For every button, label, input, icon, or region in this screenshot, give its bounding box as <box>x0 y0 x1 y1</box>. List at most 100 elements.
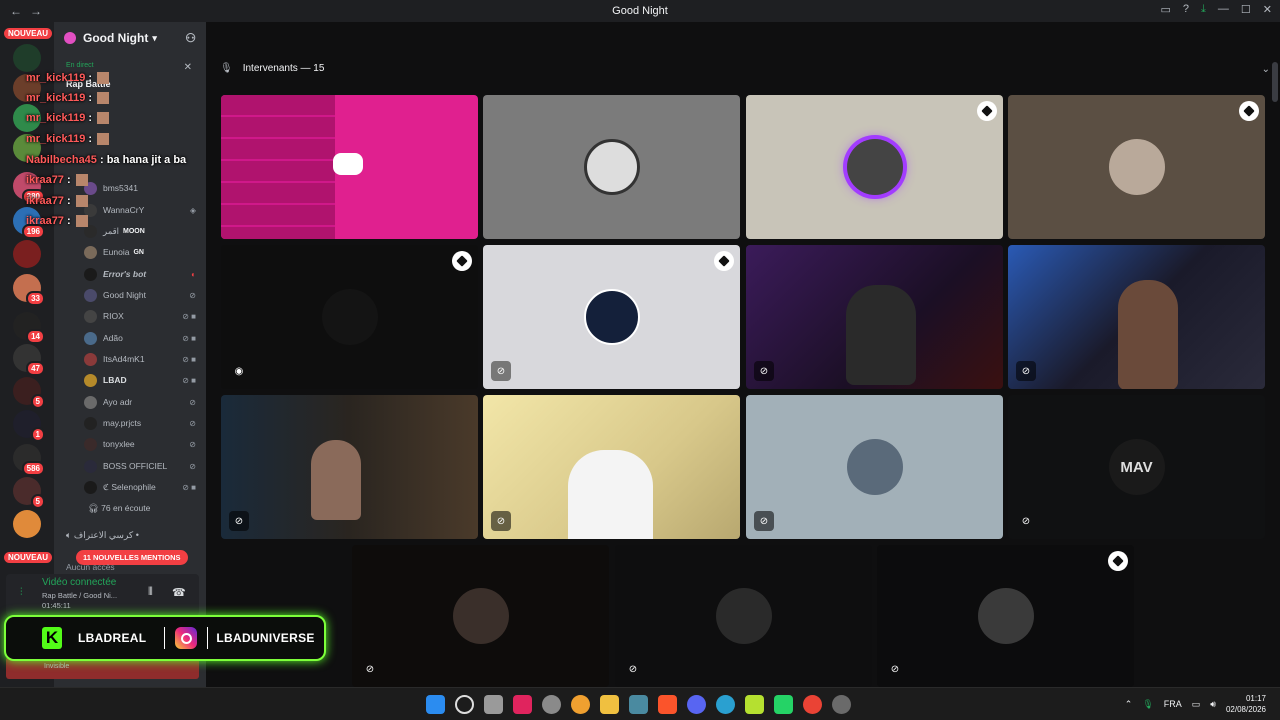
voice-member[interactable]: LBAD ⊘ ■ <box>84 371 196 389</box>
participant-tile[interactable] <box>746 95 1003 239</box>
server-icon[interactable]: 586 <box>13 444 45 476</box>
voice-channel[interactable]: Rap Battle / Good Ni... <box>42 591 117 600</box>
server-icon[interactable]: 33 <box>13 274 45 306</box>
server-icon[interactable] <box>13 44 41 72</box>
language-indicator[interactable]: FRA <box>1164 699 1182 709</box>
server-icon[interactable] <box>13 510 41 538</box>
chat-message: ikraa77 : <box>26 215 88 228</box>
server-icon[interactable]: 14 <box>13 312 45 344</box>
title-bar: ← → Good Night ▭ ? ⤓ — ☐ ✕ <box>0 0 1280 22</box>
avatar <box>321 289 378 345</box>
server-icon[interactable] <box>13 240 41 268</box>
close-icon[interactable]: ✕ <box>1263 3 1272 16</box>
voice-member[interactable]: Ayo adr ⊘ <box>84 393 196 411</box>
chrome-icon[interactable] <box>803 695 822 714</box>
clock[interactable]: 01:17 02/08/2026 <box>1226 693 1266 715</box>
whatsapp-icon[interactable] <box>774 695 793 714</box>
participant-tile[interactable]: MAV ⊘ <box>1008 395 1265 539</box>
voice-member[interactable]: may.prjcts ⊘ <box>84 414 196 432</box>
chevron-up-icon[interactable]: ⌃ <box>1125 699 1133 710</box>
brave-icon[interactable] <box>658 695 677 714</box>
participant-tile[interactable] <box>1008 95 1265 239</box>
minimize-icon[interactable]: — <box>1218 3 1229 16</box>
volume-icon[interactable]: 🔊︎ <box>1210 699 1216 710</box>
invite-people-icon[interactable]: ⚇ <box>185 31 196 45</box>
member-name: may.prjcts <box>103 418 142 428</box>
chevron-down-icon[interactable]: ⌄ <box>1262 64 1270 75</box>
server-icon[interactable]: 47 <box>13 344 45 376</box>
close-icon[interactable]: ✕ <box>184 62 192 73</box>
download-icon[interactable]: ⤓ <box>1201 3 1206 16</box>
mute-icon: ⊘ <box>189 461 196 471</box>
avatar <box>84 459 97 473</box>
voice-channel-item[interactable]: 🔈︎ كرسي الاعتراف • <box>66 530 139 541</box>
stream-tile[interactable] <box>221 95 478 239</box>
participant-tile[interactable]: ⊘ <box>615 545 872 687</box>
terminal-icon[interactable] <box>629 695 648 714</box>
mute-icon: ⊘ <box>754 511 774 531</box>
maximize-icon[interactable]: ☐ <box>1241 3 1251 16</box>
video-tile[interactable]: ⊘ <box>746 245 1003 389</box>
network-icon[interactable]: ▭ <box>1192 699 1201 710</box>
telegram-icon[interactable] <box>716 695 735 714</box>
server-icon[interactable]: 5 <box>13 377 45 409</box>
disconnect-icon[interactable]: ☎ <box>172 586 186 599</box>
voice-connected-panel: ⫶ Vidéo connectée Rap Battle / Good Ni..… <box>6 574 199 616</box>
forward-arrow-icon[interactable]: → <box>30 4 42 18</box>
voice-member[interactable]: BOSS OFFICIEL ⊘ <box>84 457 196 475</box>
server-badge: 586 <box>21 461 45 476</box>
participant-tile[interactable] <box>483 95 740 239</box>
file-explorer-icon[interactable] <box>600 695 619 714</box>
microphone-icon: 🎙︎ <box>220 63 233 74</box>
help-icon[interactable]: ? <box>1183 3 1189 16</box>
voice-member[interactable]: tonyxlee ⊘ <box>84 435 196 453</box>
scrollbar[interactable] <box>1272 62 1278 102</box>
search-app-icon[interactable] <box>571 695 590 714</box>
server-header[interactable]: Good Night ▾ ⚇ <box>54 22 206 54</box>
voice-member[interactable]: Adão ⊘ ■ <box>84 329 196 347</box>
participant-tile[interactable]: ⊘ <box>746 395 1003 539</box>
app-icon[interactable] <box>745 695 764 714</box>
channel-name: كرسي الاعتراف • <box>73 530 139 540</box>
emote-icon <box>97 112 110 125</box>
kick-logo-icon: K <box>42 627 62 649</box>
settings-icon[interactable] <box>542 695 561 714</box>
voice-member[interactable]: bms5341 <box>84 179 196 197</box>
search-icon[interactable] <box>455 695 474 714</box>
emote-icon <box>97 133 110 146</box>
server-boost-icon <box>977 101 997 121</box>
video-tile[interactable]: ⊘ <box>483 395 740 539</box>
noise-suppression-icon[interactable]: ⦀ <box>148 586 153 599</box>
back-arrow-icon[interactable]: ← <box>10 4 22 18</box>
start-icon[interactable] <box>426 695 445 714</box>
voice-member[interactable]: WannaCrY ◈ <box>84 201 196 219</box>
participant-tile[interactable]: ⊘ <box>483 245 740 389</box>
app-icon[interactable] <box>832 695 851 714</box>
mute-video-icon: ⊘ ■ <box>182 333 196 343</box>
microphone-icon[interactable]: 🎙︎ <box>1142 699 1153 710</box>
video-tile[interactable]: ⊘ <box>221 395 478 539</box>
discord-icon[interactable] <box>687 695 706 714</box>
video-tile[interactable]: ⊘ <box>1008 245 1265 389</box>
task-view-icon[interactable] <box>484 695 503 714</box>
voice-member[interactable]: Eunoia GN <box>84 243 196 261</box>
participant-tile[interactable]: ⊘ <box>877 545 1134 687</box>
voice-status[interactable]: Vidéo connectée <box>42 577 116 588</box>
server-badge: 1 <box>30 427 45 442</box>
chat-username: ikraa77 <box>26 215 64 227</box>
speaker-icon: 🔈︎ <box>66 530 74 540</box>
voice-member[interactable]: RIOX ⊘ ■ <box>84 307 196 325</box>
participant-tile[interactable]: ⊘ <box>352 545 609 687</box>
tiktok-icon[interactable] <box>513 695 532 714</box>
server-icon[interactable]: 1 <box>13 410 45 442</box>
new-badge: NOUVEAU <box>4 552 53 563</box>
signal-icon[interactable]: ⫶ <box>20 587 23 598</box>
voice-member[interactable]: Error's bot ◐ <box>84 265 196 283</box>
inbox-icon[interactable]: ▭ <box>1161 3 1171 16</box>
participant-tile[interactable]: ◉ <box>221 245 478 389</box>
voice-member[interactable]: ℭ Selenophile ⊘ ■ <box>84 478 196 496</box>
voice-member[interactable]: ItsAd4mK1 ⊘ ■ <box>84 350 196 368</box>
voice-member[interactable]: اقمر MOON <box>84 222 196 240</box>
server-icon[interactable]: 5 <box>13 477 45 509</box>
voice-member[interactable]: Good Night ⊘ <box>84 286 196 304</box>
